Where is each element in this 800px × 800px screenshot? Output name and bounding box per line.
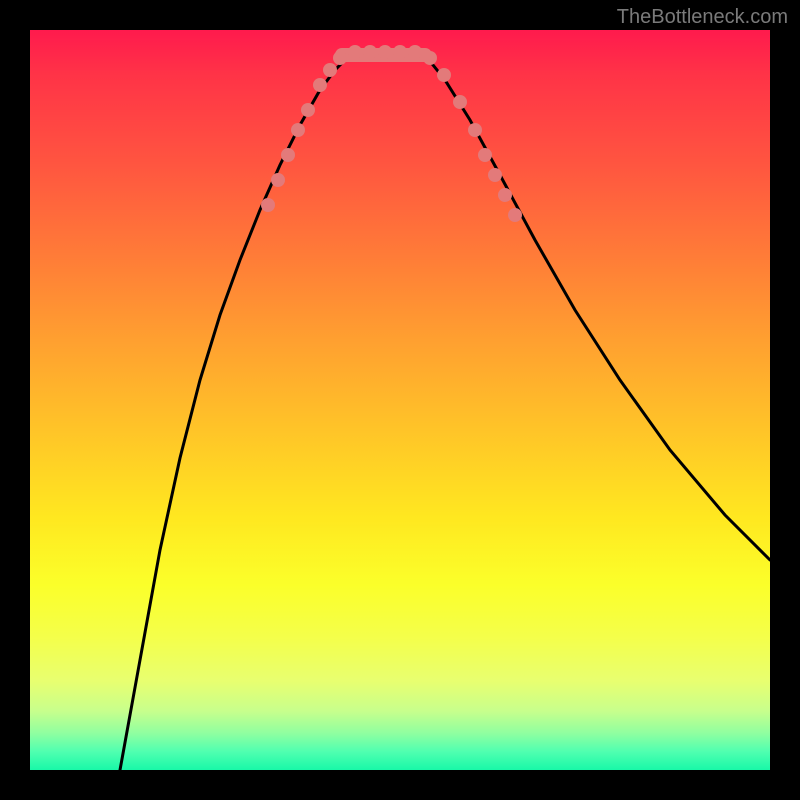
series-left-curve (120, 55, 350, 770)
marker-dot (291, 123, 305, 137)
marker-dot (423, 51, 437, 65)
marker-dot (478, 148, 492, 162)
marker-dot (333, 51, 347, 65)
marker-dot (488, 168, 502, 182)
marker-dot (348, 45, 362, 59)
marker-dot (313, 78, 327, 92)
marker-dot (378, 45, 392, 59)
marker-dot (271, 173, 285, 187)
marker-dot (323, 63, 337, 77)
marker-dot (393, 45, 407, 59)
marker-dot (437, 68, 451, 82)
chart-area (30, 30, 770, 770)
marker-dot (261, 198, 275, 212)
marker-dot (301, 103, 315, 117)
marker-dot (468, 123, 482, 137)
marker-dot (281, 148, 295, 162)
marker-dots (261, 45, 522, 222)
watermark-text: TheBottleneck.com (617, 6, 788, 29)
marker-dot (408, 45, 422, 59)
marker-dot (453, 95, 467, 109)
marker-dot (508, 208, 522, 222)
marker-dot (363, 45, 377, 59)
chart-svg (30, 30, 770, 770)
marker-dot (498, 188, 512, 202)
curve-lines (120, 55, 770, 770)
